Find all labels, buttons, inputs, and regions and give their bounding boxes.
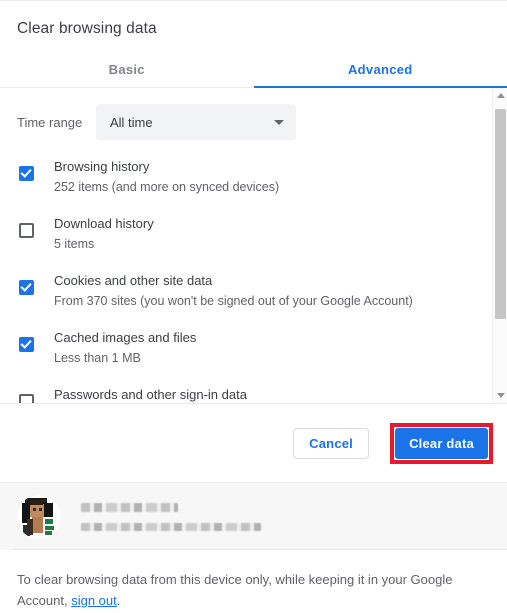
options-scrollbar[interactable]: [492, 88, 507, 403]
scrollbar-thumb[interactable]: [495, 109, 506, 319]
option-cookies-and-site-data[interactable]: Cookies and other site data From 370 sit…: [0, 271, 492, 311]
option-subtitle: Less than 1 MB: [54, 351, 141, 365]
checkbox-browsing-history[interactable]: [19, 166, 34, 181]
option-title: Download history: [54, 216, 154, 231]
option-download-history[interactable]: Download history 5 items: [0, 214, 492, 254]
tab-advanced[interactable]: Advanced: [253, 52, 507, 88]
options-scroll-area: Time range All time Browsing history 252…: [0, 88, 507, 404]
option-title: Browsing history: [54, 159, 150, 174]
account-email-redacted: [81, 522, 261, 531]
option-text-group: Cookies and other site data From 370 sit…: [54, 271, 413, 311]
sign-out-link[interactable]: sign out: [71, 593, 117, 608]
clear-browsing-data-dialog: Clear browsing data Basic Advanced Time …: [0, 0, 507, 613]
option-browsing-history[interactable]: Browsing history 252 items (and more on …: [0, 157, 492, 197]
option-subtitle: From 370 sites (you won't be signed out …: [54, 294, 413, 308]
checkbox-passwords-and-signin-data[interactable]: [19, 394, 34, 403]
option-title: Cached images and files: [54, 330, 197, 345]
option-title: Passwords and other sign-in data: [54, 387, 247, 402]
option-cached-images-and-files[interactable]: Cached images and files Less than 1 MB: [0, 328, 492, 368]
scroll-down-arrow-icon[interactable]: [493, 388, 507, 403]
cancel-button[interactable]: Cancel: [293, 427, 369, 459]
option-title: Cookies and other site data: [54, 273, 213, 288]
footer-note: To clear browsing data from this device …: [0, 550, 507, 611]
option-subtitle: 252 items (and more on synced devices): [54, 180, 280, 194]
chevron-down-icon: [274, 119, 284, 125]
tab-basic[interactable]: Basic: [0, 52, 254, 88]
option-text-group: Browsing history 252 items (and more on …: [54, 157, 279, 197]
time-range-row: Time range All time: [0, 88, 492, 140]
checkbox-cached-images-and-files[interactable]: [19, 337, 34, 352]
option-passwords-and-signin-data[interactable]: Passwords and other sign-in data 6 passw…: [0, 385, 492, 403]
time-range-value: All time: [110, 114, 153, 130]
account-details: [81, 502, 261, 531]
option-subtitle: 5 items: [54, 237, 95, 251]
footer-text-after: .: [116, 593, 121, 608]
time-range-select[interactable]: All time: [96, 104, 296, 140]
options-list: Time range All time Browsing history 252…: [0, 88, 492, 403]
option-text-group: Passwords and other sign-in data 6 passw…: [54, 385, 335, 403]
option-text-group: Download history 5 items: [54, 214, 154, 254]
account-strip: [0, 482, 507, 550]
clear-data-highlight-annotation: Clear data: [390, 422, 493, 464]
scroll-up-arrow-icon[interactable]: [493, 88, 507, 103]
page-title: Clear browsing data: [17, 20, 157, 37]
option-text-group: Cached images and files Less than 1 MB: [54, 328, 196, 368]
checkbox-cookies-and-site-data[interactable]: [19, 280, 34, 295]
tab-bar: Basic Advanced: [0, 52, 507, 88]
checkbox-download-history[interactable]: [19, 223, 34, 238]
dialog-actions: Cancel Clear data: [0, 404, 507, 482]
clear-data-button[interactable]: Clear data: [395, 427, 488, 459]
time-range-label: Time range: [17, 114, 83, 130]
user-avatar: [17, 494, 61, 539]
account-name-redacted: [81, 502, 178, 512]
